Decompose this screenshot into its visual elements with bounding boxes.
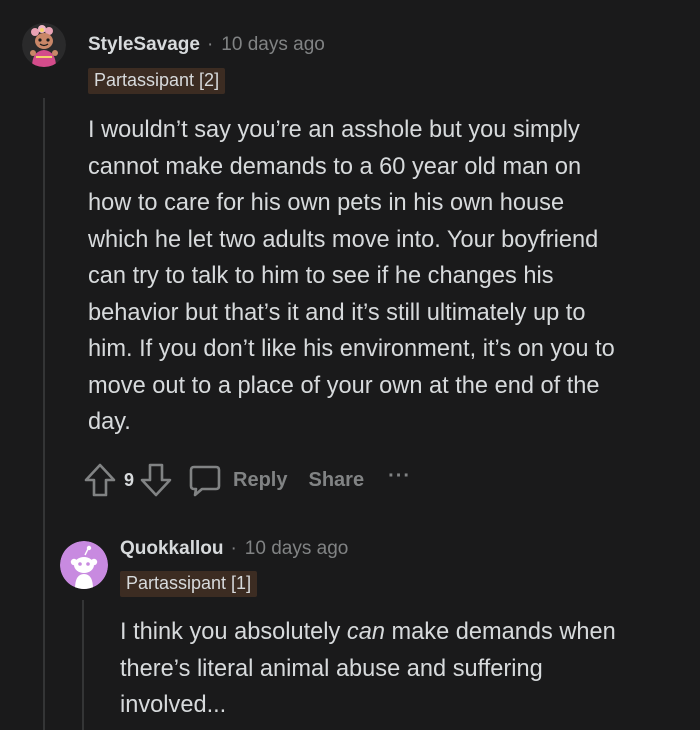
upvote-button[interactable] (84, 462, 116, 498)
snoo-avatar-pink-icon (22, 23, 66, 67)
body-text-segment: I think you absolutely (120, 619, 347, 645)
comment-thread: StyleSavage · 10 days ago Partassipant [… (0, 0, 700, 730)
comment-body-line: can try to talk to him to see if he chan… (88, 263, 554, 289)
downvote-button[interactable] (140, 462, 172, 498)
comment-body-line: which he let two adults move into. Your … (88, 226, 599, 253)
comment-body-line: involved... (120, 692, 227, 718)
body-text-segment: make demands when (384, 619, 616, 645)
comment-bubble-icon (189, 465, 221, 497)
comment-body-line: I think you absolutely can make demands … (120, 614, 690, 651)
upvote-arrow-icon (84, 463, 116, 497)
username[interactable]: StyleSavage (88, 34, 200, 56)
user-flair: Partassipant [1] (120, 571, 258, 597)
timestamp[interactable]: 10 days ago (221, 34, 325, 56)
user-avatar[interactable] (60, 541, 108, 589)
comment-body-line: behavior but that’s it and it’s still ul… (88, 299, 586, 326)
comment-body-line: move out to a place of your own at the e… (88, 372, 600, 399)
comment-body-line: cannot make demands to a 60 year old man… (88, 153, 582, 180)
thread-line-reply[interactable] (82, 600, 84, 730)
comment-meta: StyleSavage · 10 days ago (88, 34, 325, 56)
thread-line-main[interactable] (43, 98, 45, 730)
body-text-emphasis: can (346, 619, 385, 645)
share-button[interactable]: Share (308, 469, 364, 492)
comment-body-line: day. (88, 409, 131, 435)
meta-separator: · (206, 34, 214, 55)
comment-body-line: I wouldn’t say you’re an asshole but you… (88, 117, 580, 143)
comment-body-line: there’s literal animal abuse and sufferi… (120, 655, 543, 682)
reply-label[interactable]: Reply (233, 469, 287, 492)
user-avatar[interactable] (22, 23, 66, 67)
vote-count: 9 (124, 469, 135, 490)
default-snoo-avatar-purple-icon (60, 541, 108, 589)
timestamp[interactable]: 10 days ago (245, 538, 349, 560)
username[interactable]: Quokkallou (120, 538, 223, 560)
comment-body: I think you absolutely can make demands … (120, 614, 690, 724)
reply-button[interactable]: Reply (188, 462, 287, 498)
meta-separator: · (230, 538, 237, 559)
comment-body-line: how to care for his own pets in his own … (88, 190, 565, 216)
comment-body: I wouldn’t say you’re an asshole but you… (88, 112, 688, 441)
user-flair: Partassipant [2] (88, 68, 226, 94)
comment-body-line: him. If you don’t like his environment, … (88, 336, 615, 362)
comment-meta: Quokkallou · 10 days ago (120, 538, 348, 560)
more-options-button[interactable]: ··· (388, 465, 411, 488)
downvote-arrow-icon (140, 463, 172, 497)
comment-actions: 9 Reply Share ··· (84, 462, 411, 498)
